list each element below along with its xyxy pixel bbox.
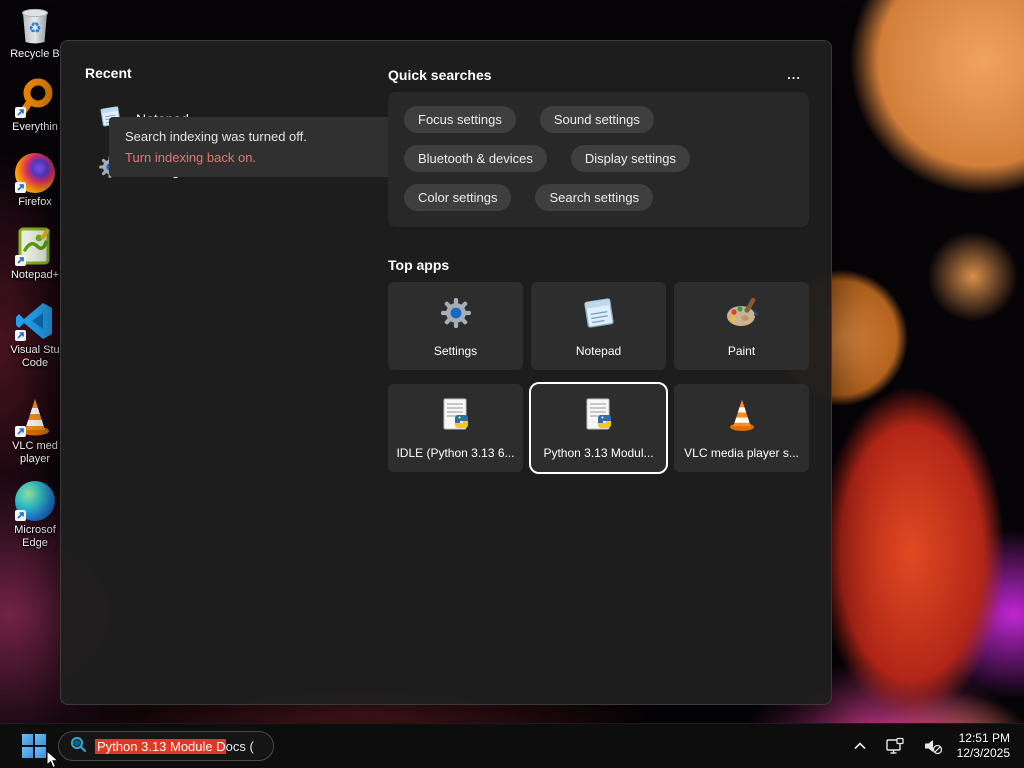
tile-label: VLC media player s... (684, 445, 799, 460)
recent-section: Recent Notepad (85, 65, 404, 195)
system-tray: 12:51 PM 12/3/2025 (849, 731, 1024, 761)
indexing-message: Search indexing was turned off. (125, 129, 307, 144)
desktop-icon-firefox[interactable]: Firefox (2, 152, 68, 209)
quick-search-pill[interactable]: Focus settings (404, 106, 516, 133)
python-document-icon (581, 397, 617, 438)
volume-muted-icon[interactable] (919, 733, 947, 759)
start-button[interactable] (14, 726, 54, 766)
visual-studio-code-icon (14, 300, 56, 342)
firefox-icon (14, 152, 56, 194)
desktop-icon-recycle-bin[interactable]: ♻ Recycle B (2, 4, 68, 61)
top-apps-grid: Settings Notepad Paint IDLE (Python 3.13… (388, 282, 809, 474)
clock-datetime[interactable]: 12:51 PM 12/3/2025 (957, 731, 1012, 761)
recent-title: Recent (85, 65, 132, 81)
top-app-tile-notepad[interactable]: Notepad (531, 282, 666, 370)
shortcut-arrow-icon (15, 255, 26, 266)
quick-search-pill[interactable]: Bluetooth & devices (404, 145, 547, 172)
microsoft-edge-icon (14, 480, 56, 522)
top-app-tile-idle-python[interactable]: IDLE (Python 3.13 6... (388, 384, 523, 472)
desktop-icon-everything[interactable]: Everythin (2, 77, 68, 134)
shortcut-arrow-icon (15, 330, 26, 341)
windows-logo-icon (22, 734, 46, 758)
quick-search-pill[interactable]: Display settings (570, 145, 690, 172)
paint-palette-icon (724, 295, 760, 336)
quick-searches-title: Quick searches (388, 66, 492, 83)
more-options-button[interactable]: ... (779, 65, 809, 84)
turn-indexing-on-link[interactable]: Turn indexing back on. (125, 150, 388, 165)
desktop-icon-label: Visual Stu Code (10, 344, 60, 369)
shortcut-arrow-icon (15, 107, 26, 118)
shortcut-arrow-icon (15, 182, 26, 193)
desktop-icon-label: Notepad+ (10, 269, 59, 281)
vlc-icon (14, 396, 56, 438)
tile-label: Paint (727, 343, 756, 358)
indexing-notice: Search indexing was turned off. Turn ind… (109, 117, 404, 177)
notepad-plus-plus-icon (14, 225, 56, 267)
clock-time: 12:51 PM (958, 731, 1010, 745)
top-app-tile-settings[interactable]: Settings (388, 282, 523, 370)
quick-searches-card: Focus settings Sound settings Bluetooth … (388, 92, 809, 227)
svg-text:♻: ♻ (28, 20, 41, 37)
everything-icon (14, 77, 56, 119)
top-app-tile-paint[interactable]: Paint (674, 282, 809, 370)
tray-overflow-chevron-icon[interactable] (849, 737, 871, 755)
desktop-icon-edge[interactable]: Microsof Edge (2, 480, 68, 550)
search-flyout-panel: Recent Notepad (60, 40, 832, 705)
search-query-text: Python 3.13 Module Docs ( (95, 738, 254, 754)
taskbar: Python 3.13 Module Docs ( 12:51 PM 12/3/… (0, 723, 1024, 768)
desktop-icon-label: Microsof Edge (14, 524, 56, 549)
tile-label: Python 3.13 Modul... (543, 445, 654, 460)
shortcut-arrow-icon (15, 510, 26, 521)
quick-search-pill[interactable]: Color settings (404, 184, 512, 211)
notepad-icon (581, 295, 617, 336)
recycle-bin-icon: ♻ (14, 4, 56, 46)
desktop-icon-vlc[interactable]: VLC med player (2, 396, 68, 466)
desktop-icon-visual-studio-code[interactable]: Visual Stu Code (2, 300, 68, 370)
tile-label: Settings (433, 343, 478, 358)
top-apps-title: Top apps (388, 257, 450, 273)
network-icon[interactable] (881, 733, 909, 759)
search-query-rest-text: ocs ( (225, 738, 254, 754)
clock-date: 12/3/2025 (956, 746, 1010, 760)
settings-gear-icon (438, 295, 474, 336)
python-document-icon (438, 397, 474, 438)
desktop-icon-label: Firefox (18, 196, 52, 208)
desktop-icon-label: Recycle B (10, 48, 60, 60)
taskbar-search-input[interactable]: Python 3.13 Module Docs ( (58, 731, 274, 761)
vlc-cone-icon (724, 397, 760, 438)
desktop-icon-label: Everythin (12, 121, 58, 133)
top-app-tile-python-module-docs[interactable]: Python 3.13 Modul... (529, 382, 668, 474)
desktop-icon-notepad-plus-plus[interactable]: Notepad+ (2, 225, 68, 282)
search-query-selected-text: Python 3.13 Module D (95, 738, 226, 754)
top-app-tile-vlc[interactable]: VLC media player s... (674, 384, 809, 472)
tile-label: IDLE (Python 3.13 6... (396, 445, 515, 460)
shortcut-arrow-icon (15, 426, 26, 437)
quick-search-pill[interactable]: Search settings (535, 184, 654, 211)
quick-searches-section: Quick searches ... Focus settings Sound … (388, 65, 809, 474)
tile-label: Notepad (575, 343, 622, 358)
quick-search-pill[interactable]: Sound settings (539, 106, 654, 133)
search-icon (69, 735, 87, 758)
desktop-icon-column: ♻ Recycle B Everythin Firefox Notepad+ V… (2, 4, 68, 564)
desktop-icon-label: VLC med player (12, 440, 58, 465)
